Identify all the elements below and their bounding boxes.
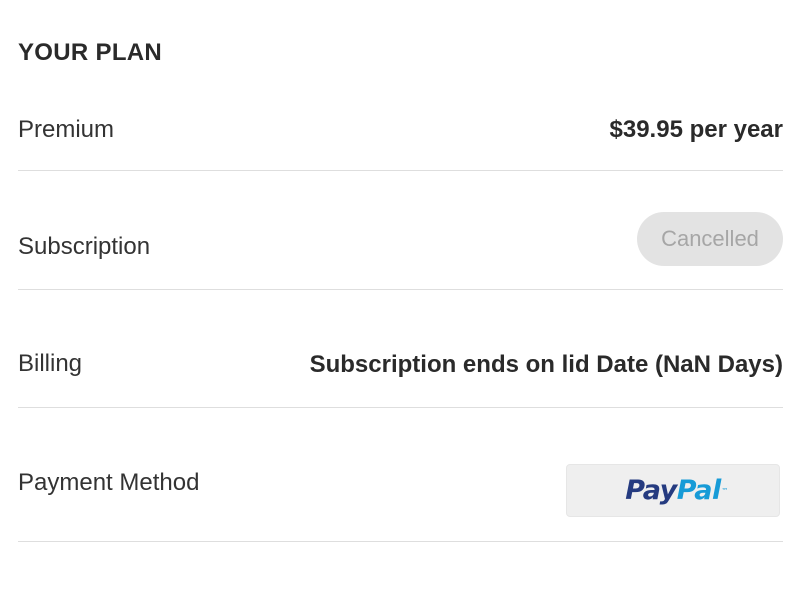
payment-method-label: Payment Method <box>18 469 200 496</box>
plan-row-billing: Billing Subscription ends on lid Date (N… <box>18 290 783 408</box>
plan-row-premium: Premium $39.95 per year <box>18 100 783 171</box>
subscription-status-badge: Cancelled <box>637 212 783 266</box>
paypal-logo-pay: Pay <box>625 474 677 506</box>
billing-status-text: Subscription ends on lid Date (NaN Days) <box>309 351 783 378</box>
plan-row-payment-method: Payment Method PayPal ™ <box>18 408 783 542</box>
paypal-payment-button[interactable]: PayPal ™ <box>566 464 780 517</box>
plan-row-subscription: Subscription Cancelled <box>18 171 783 290</box>
paypal-trademark: ™ <box>721 486 728 495</box>
your-plan-section: YOUR PLAN Premium $39.95 per year Subscr… <box>18 0 783 593</box>
plan-title: YOUR PLAN <box>18 39 163 66</box>
paypal-logo-icon: PayPal ™ <box>625 474 728 506</box>
premium-label: Premium <box>18 116 115 143</box>
subscription-label: Subscription <box>18 233 151 260</box>
paypal-logo-pal: Pal <box>676 474 722 506</box>
billing-label: Billing <box>18 350 83 377</box>
plan-price: $39.95 per year <box>609 116 783 143</box>
